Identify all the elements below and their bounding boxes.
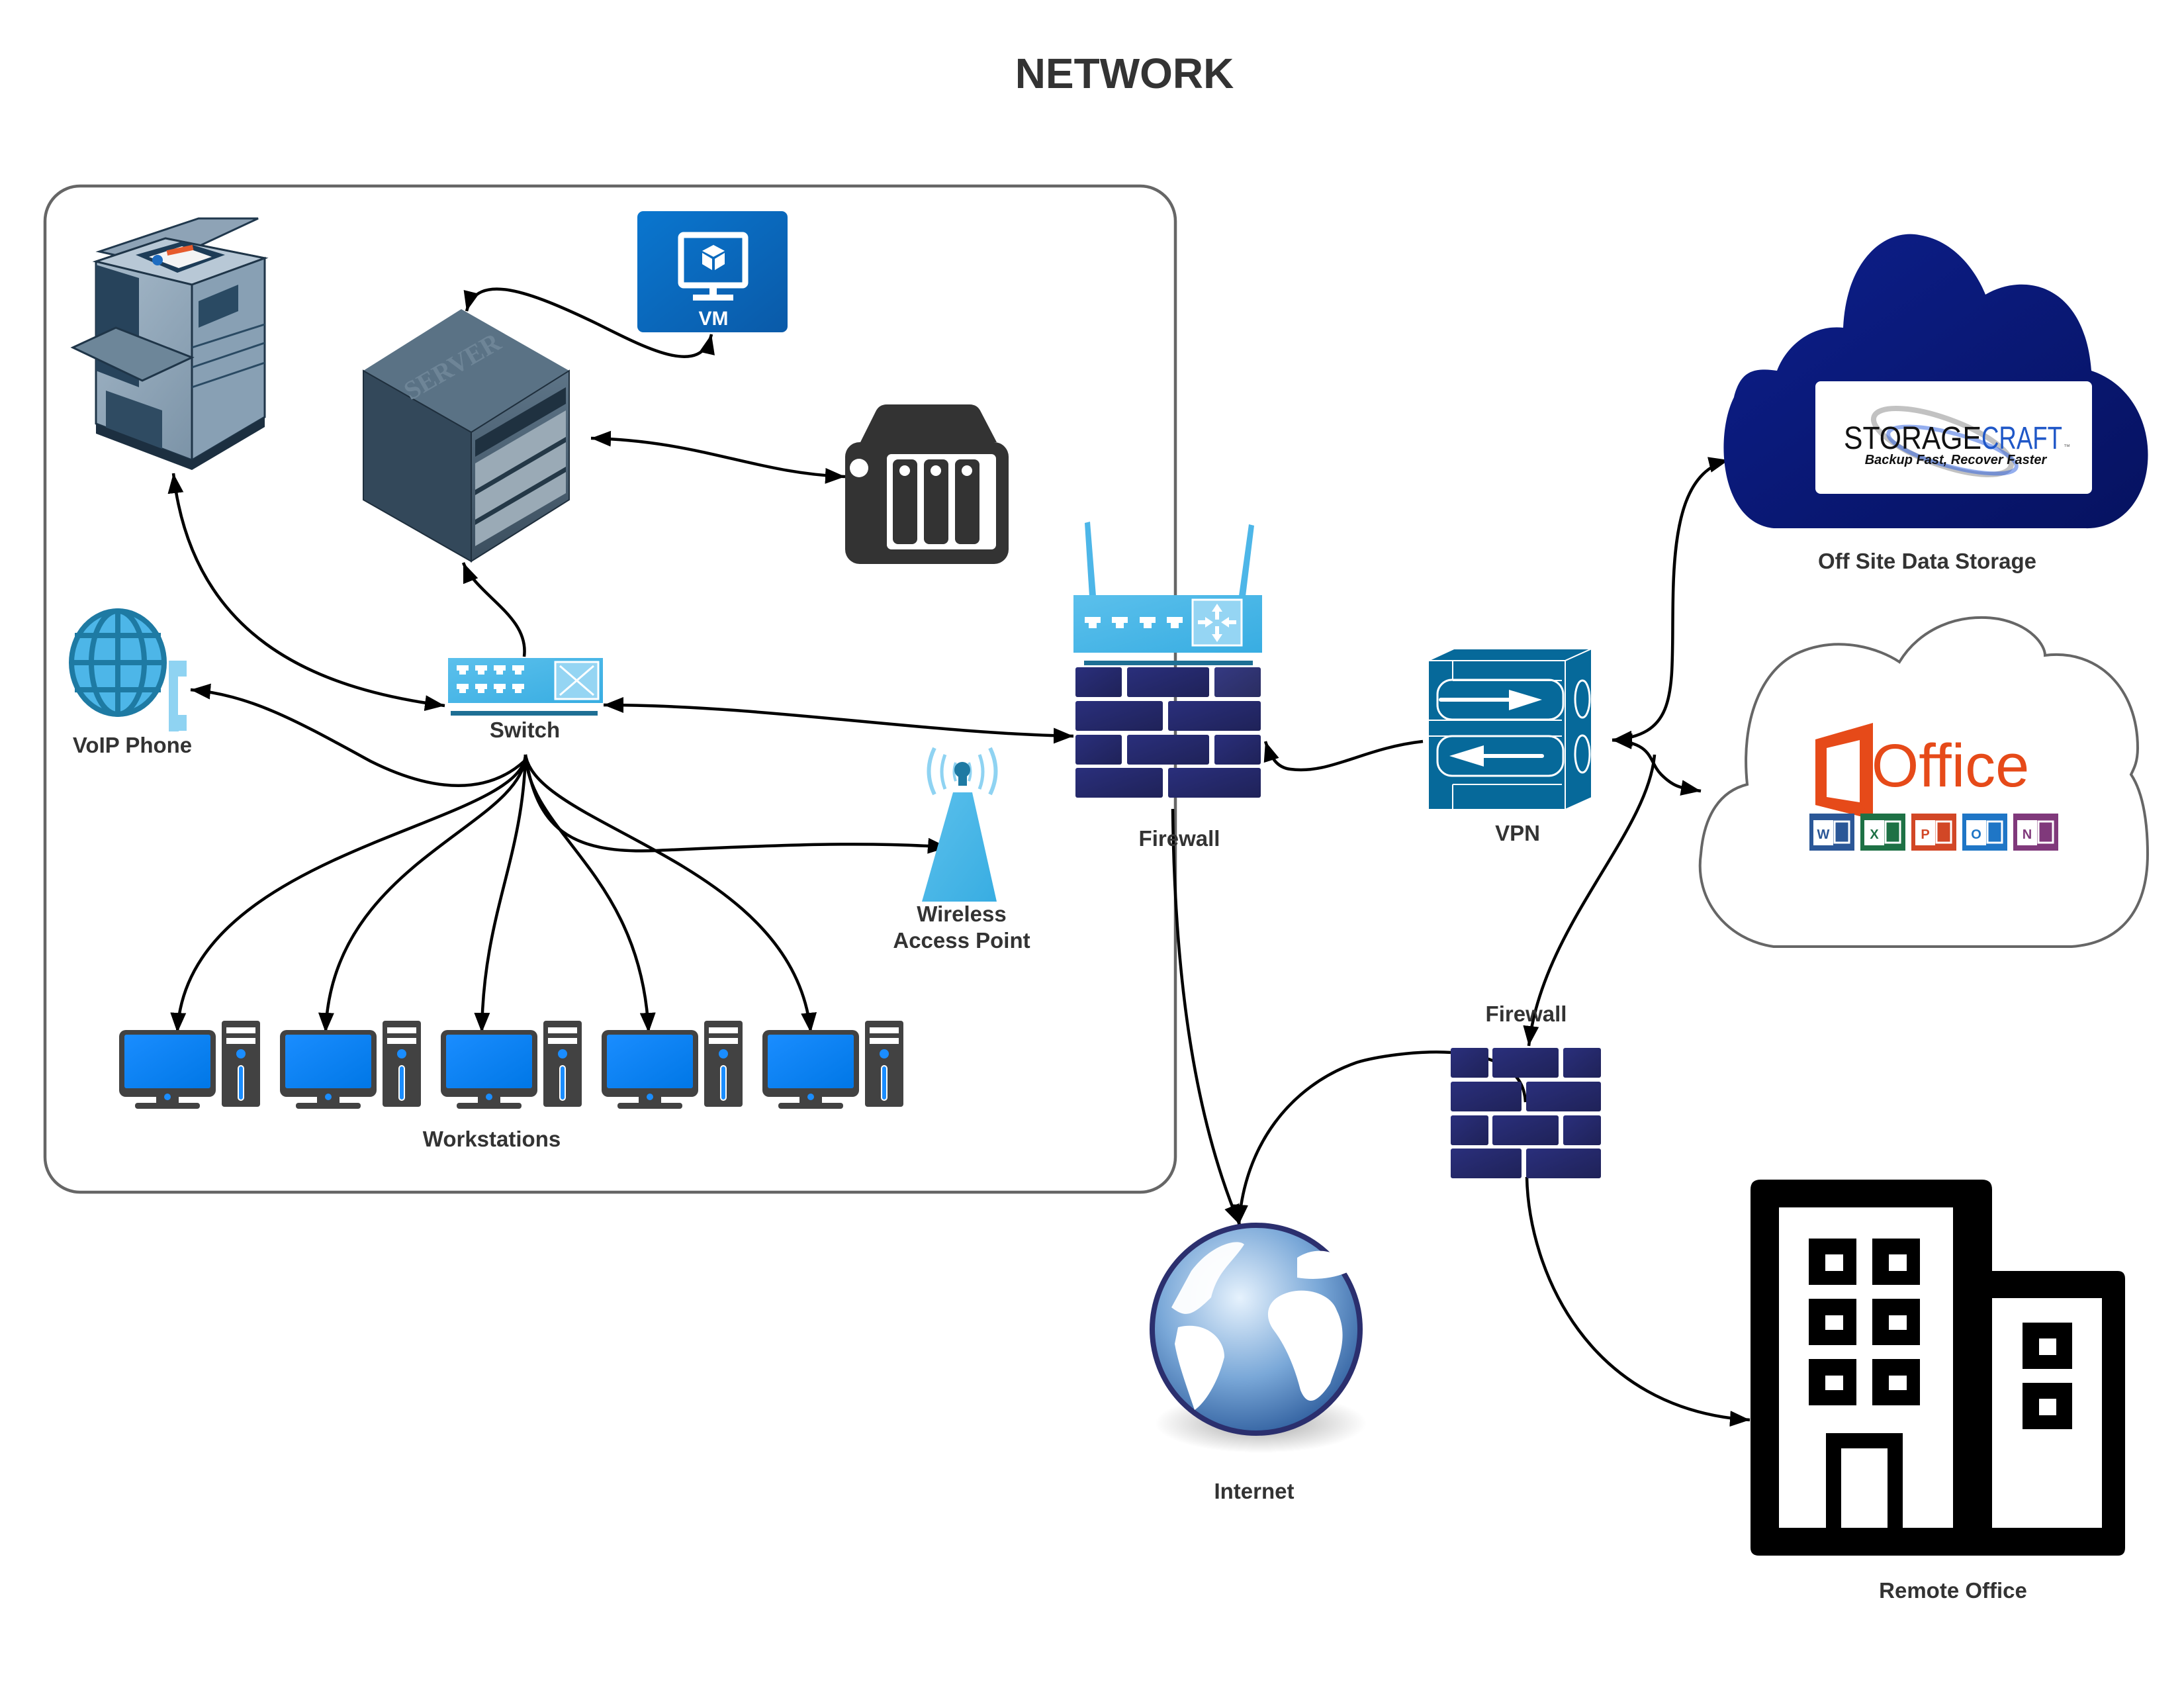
vm-node[interactable]: VM — [637, 211, 788, 332]
workstation-icon — [280, 1021, 421, 1109]
switch-icon — [448, 658, 603, 716]
workstation-5[interactable] — [762, 1021, 903, 1109]
edge-switch-workstation-1[interactable] — [170, 754, 527, 1033]
wireless-access-point-icon — [922, 747, 998, 902]
office-app-letter: P — [1921, 827, 1929, 842]
firewall-remote-label: Firewall — [1486, 1002, 1567, 1026]
printer-copier-icon — [70, 217, 269, 470]
edge-switch-wap[interactable] — [523, 754, 948, 854]
edge-switch-server[interactable] — [461, 562, 526, 657]
firewall-remote-node[interactable]: Firewall — [1451, 1002, 1601, 1178]
offsite-label: Off Site Data Storage — [1818, 549, 2036, 573]
firewall-icon — [1451, 1048, 1601, 1178]
server-icon: SERVER — [363, 309, 570, 563]
svg-text:STORAGE: STORAGE — [1844, 421, 1981, 456]
workstation-icon — [441, 1021, 582, 1109]
workstation-icon — [602, 1021, 743, 1109]
edge-vpn-office365[interactable] — [1612, 733, 1702, 796]
office-app-letter: W — [1817, 827, 1830, 842]
router-node[interactable]: Router — [1073, 522, 1262, 692]
nas-storage-icon — [845, 404, 1009, 564]
edge-firewall-remote-office[interactable] — [1525, 1176, 1751, 1427]
edge-switch-workstation-2[interactable] — [318, 754, 527, 1033]
internet-label: Internet — [1214, 1479, 1294, 1503]
diagram-title: NETWORK — [1015, 50, 1234, 97]
office-app-powerpoint-icon: P — [1911, 814, 1956, 851]
office-app-word-icon: W — [1809, 814, 1854, 851]
offsite-storage-node[interactable]: STORAGE CRAFT ™ Backup Fast, Recover Fas… — [1723, 234, 2148, 573]
voip-node[interactable]: VoIP Phone — [69, 608, 192, 757]
remote-office-node[interactable]: Remote Office — [1751, 1180, 2125, 1603]
edge-firewall-internet[interactable] — [1171, 808, 1242, 1225]
voip-label: VoIP Phone — [73, 733, 192, 757]
svg-text:™: ™ — [2064, 444, 2070, 451]
office-app-letter: O — [1971, 827, 1981, 842]
server-node[interactable]: SERVER — [363, 309, 570, 563]
workstation-2[interactable] — [280, 1021, 421, 1109]
edge-switch-voip[interactable] — [190, 683, 525, 788]
edge-switch-firewall[interactable] — [603, 697, 1074, 744]
workstations-group — [119, 1021, 903, 1109]
voip-phone-icon — [69, 608, 187, 731]
workstation-1[interactable] — [119, 1021, 260, 1109]
router-icon — [1073, 522, 1262, 665]
nas-node[interactable] — [845, 404, 1009, 564]
edge-vpn-offsite[interactable] — [1612, 457, 1729, 747]
switch-node[interactable]: Switch — [448, 658, 603, 742]
office-app-onenote-icon: N — [2013, 814, 2058, 851]
workstations-label: Workstations — [423, 1127, 561, 1151]
office-app-outlook-icon: O — [1962, 814, 2007, 851]
firewall-main-label: Firewall — [1139, 826, 1220, 851]
office-app-excel-icon: X — [1860, 814, 1905, 851]
workstation-icon — [762, 1021, 903, 1109]
vm-label: VM — [699, 308, 729, 330]
workstation-3[interactable] — [441, 1021, 582, 1109]
internet-node[interactable]: Internet — [1150, 1223, 1367, 1503]
switch-label: Switch — [490, 718, 560, 742]
office-building-icon — [1751, 1180, 2125, 1556]
firewall-icon — [1075, 667, 1261, 798]
vpn-node[interactable]: VPN — [1428, 647, 1592, 845]
wap-label-line1: Wireless — [917, 902, 1006, 926]
edge-server-nas[interactable] — [590, 430, 846, 484]
vpn-icon — [1428, 647, 1592, 811]
edge-vpn-firewall[interactable] — [1263, 739, 1424, 772]
globe-icon — [1150, 1223, 1367, 1453]
office-app-letter: N — [2023, 827, 2032, 842]
edge-switch-workstation-5[interactable] — [523, 754, 817, 1033]
svg-text:CRAFT: CRAFT — [1981, 421, 2062, 456]
firewall-main-node[interactable]: Firewall — [1075, 667, 1261, 851]
svg-text:Office: Office — [1872, 732, 2030, 800]
wap-label-line2: Access Point — [893, 928, 1030, 953]
office365-node[interactable]: Office W X P O N — [1698, 616, 2150, 948]
edge-switch-workstation-4[interactable] — [523, 754, 656, 1033]
workstation-icon — [119, 1021, 260, 1109]
remote-office-label: Remote Office — [1879, 1578, 2027, 1603]
workstation-4[interactable] — [602, 1021, 743, 1109]
office-app-icons: WXPON — [1809, 814, 2058, 851]
printer-node[interactable] — [70, 217, 269, 470]
svg-text:Backup Fast, Recover Faster: Backup Fast, Recover Faster — [1865, 453, 2048, 467]
network-diagram: NETWORK VM SERVER VoIP Phone Switch Wire… — [43, 50, 2150, 1603]
vpn-label: VPN — [1495, 821, 1540, 845]
wap-node[interactable]: Wireless Access Point — [893, 747, 1030, 953]
office-app-letter: X — [1870, 827, 1879, 842]
